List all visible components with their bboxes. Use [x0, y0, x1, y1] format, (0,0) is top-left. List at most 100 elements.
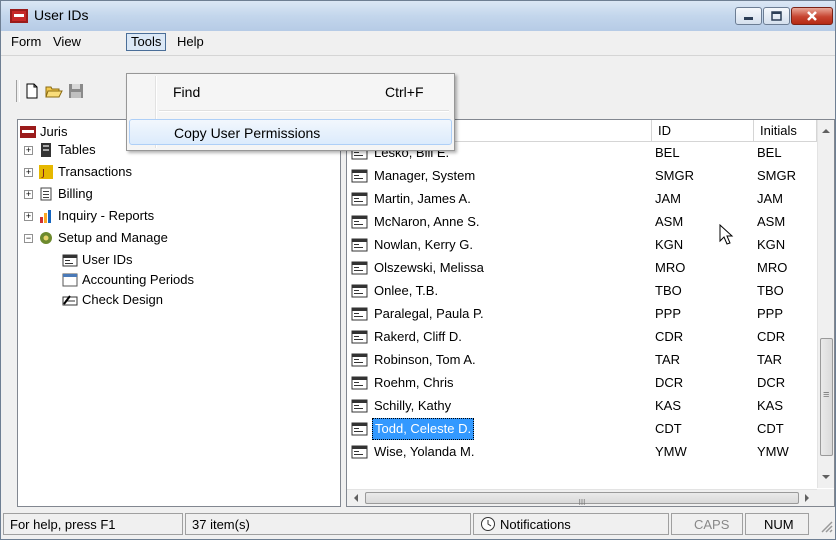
table-row[interactable]: Todd, Celeste D. CDT CDT: [347, 417, 817, 440]
user-initials: MRO: [757, 260, 788, 275]
vertical-scrollbar[interactable]: ≡: [817, 120, 834, 488]
notifications-label: Notifications: [500, 517, 571, 532]
menu-item-find[interactable]: Find Ctrl+F: [129, 79, 452, 105]
tree-label-juris: Juris: [40, 124, 68, 139]
find-shortcut: Ctrl+F: [385, 84, 424, 100]
menu-view[interactable]: View: [49, 33, 85, 51]
user-id-icon: [351, 261, 368, 275]
horizontal-scrollbar[interactable]: III: [347, 489, 817, 507]
juris-logo-icon: [20, 126, 36, 138]
user-initials: BEL: [757, 145, 782, 160]
user-initials: CDT: [757, 421, 784, 436]
table-row[interactable]: Martin, James A. JAM JAM: [347, 187, 817, 210]
user-initials: ASM: [757, 214, 786, 229]
user-initials: JAM: [757, 191, 783, 206]
user-initials: PPP: [757, 306, 784, 321]
scroll-right-icon: [805, 494, 809, 502]
user-name: Wise, Yolanda M.: [374, 444, 475, 459]
scroll-down-icon: [822, 475, 830, 479]
tree-label-setup-and-manage: Setup and Manage: [58, 230, 168, 245]
collapse-icon[interactable]: −: [24, 234, 33, 243]
toolbar-grip: [16, 80, 20, 102]
vertical-scroll-thumb[interactable]: ≡: [820, 338, 833, 456]
name-cell: Martin, James A.: [351, 187, 651, 210]
name-cell: Schilly, Kathy: [351, 394, 651, 417]
status-bar: For help, press F1 37 item(s) Notificati…: [1, 511, 835, 539]
user-name: Roehm, Chris: [374, 375, 454, 390]
thumb-grip-icon: ≡: [823, 389, 830, 401]
user-initials: SMGR: [757, 168, 796, 183]
table-row[interactable]: Onlee, T.B. TBO TBO: [347, 279, 817, 302]
table-row[interactable]: Nowlan, Kerry G. KGN KGN: [347, 233, 817, 256]
table-row[interactable]: Roehm, Chris DCR DCR: [347, 371, 817, 394]
menu-help[interactable]: Help: [173, 33, 208, 51]
tools-dropdown-menu: Find Ctrl+F Copy User Permissions: [126, 73, 455, 151]
table-row[interactable]: Manager, System SMGR SMGR: [347, 164, 817, 187]
expand-icon[interactable]: +: [24, 190, 33, 199]
maximize-button[interactable]: [763, 7, 790, 25]
status-caps: CAPS: [671, 513, 743, 535]
user-id-icon: [351, 192, 368, 206]
user-initials: KAS: [757, 398, 784, 413]
user-name: McNaron, Anne S.: [374, 214, 480, 229]
user-id: CDR: [655, 329, 684, 344]
user-id: JAM: [655, 191, 681, 206]
user-name: Paralegal, Paula P.: [374, 306, 484, 321]
user-list[interactable]: ID Initials Lesko, Bill E. BEL BEL Manager,…: [346, 119, 835, 507]
close-button[interactable]: [791, 7, 833, 25]
expand-icon[interactable]: +: [24, 146, 33, 155]
column-header-initials[interactable]: Initials: [754, 120, 817, 142]
resize-grip-icon[interactable]: [819, 519, 833, 533]
expand-icon[interactable]: +: [24, 212, 33, 221]
tree-label-user-ids: User IDs: [82, 252, 133, 267]
name-cell: Olszewski, Melissa: [351, 256, 651, 279]
table-row[interactable]: Paralegal, Paula P. PPP PPP: [347, 302, 817, 325]
open-folder-icon[interactable]: [45, 82, 63, 100]
close-icon: [807, 11, 817, 21]
status-help: For help, press F1: [3, 513, 183, 535]
user-id: CDT: [655, 421, 682, 436]
new-icon[interactable]: [23, 82, 41, 100]
table-row[interactable]: Rakerd, Cliff D. CDR CDR: [347, 325, 817, 348]
expand-icon[interactable]: +: [24, 168, 33, 177]
main-window: User IDs Form View Tools Help Juris + Ta…: [0, 0, 836, 540]
user-id-icon: [351, 399, 368, 413]
menu-item-copy-user-permissions[interactable]: Copy User Permissions: [129, 119, 452, 145]
table-row[interactable]: Robinson, Tom A. TAR TAR: [347, 348, 817, 371]
user-name: Robinson, Tom A.: [374, 352, 476, 367]
user-name: Rakerd, Cliff D.: [374, 329, 462, 344]
column-header-id[interactable]: ID: [652, 120, 754, 142]
table-row[interactable]: McNaron, Anne S. ASM ASM: [347, 210, 817, 233]
clock-icon: [481, 517, 495, 531]
user-id-icon: [351, 376, 368, 390]
table-row[interactable]: Schilly, Kathy KAS KAS: [347, 394, 817, 417]
user-id-icon: [351, 215, 368, 229]
tree-label-inquiry-reports: Inquiry - Reports: [58, 208, 155, 223]
tree-label-accounting-periods: Accounting Periods: [82, 272, 195, 287]
table-row[interactable]: Wise, Yolanda M. YMW YMW: [347, 440, 817, 463]
copy-user-permissions-label: Copy User Permissions: [174, 125, 321, 141]
navigation-tree[interactable]: Juris + Tables + J Transactions + Billin…: [17, 119, 341, 507]
minimize-button[interactable]: [735, 7, 762, 25]
save-icon[interactable]: [67, 82, 85, 100]
menu-form[interactable]: Form: [7, 33, 45, 51]
user-id: MRO: [655, 260, 686, 275]
name-cell: Paralegal, Paula P.: [351, 302, 651, 325]
status-notifications[interactable]: Notifications: [473, 513, 669, 535]
title-bar[interactable]: User IDs: [1, 1, 835, 31]
name-cell: Manager, System: [351, 164, 651, 187]
user-id: ASM: [655, 214, 684, 229]
name-cell: Roehm, Chris: [351, 371, 651, 394]
user-name: Nowlan, Kerry G.: [374, 237, 473, 252]
user-name: Manager, System: [374, 168, 476, 183]
table-row[interactable]: Olszewski, Melissa MRO MRO: [347, 256, 817, 279]
menu-tools[interactable]: Tools: [126, 33, 167, 51]
scroll-up-icon: [822, 129, 830, 133]
user-id: SMGR: [655, 168, 694, 183]
check-design-icon: [62, 295, 78, 306]
user-id-icon: [351, 284, 368, 298]
horizontal-scroll-thumb[interactable]: III: [365, 492, 799, 507]
app-icon: [10, 9, 28, 23]
tree-label-billing: Billing: [58, 186, 93, 201]
user-id-icon: [351, 307, 368, 321]
